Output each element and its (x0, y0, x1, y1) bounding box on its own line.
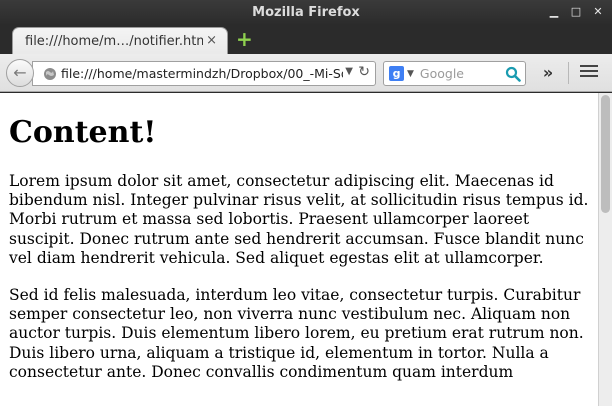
paragraph-2: Sed id felis malesuada, interdum leo vit… (9, 286, 584, 381)
globe-icon (44, 67, 56, 80)
window-title: Mozilla Firefox (252, 4, 360, 20)
hamburger-menu-icon[interactable] (580, 65, 598, 79)
window-titlebar: Mozilla Firefox ▁ □ ✕ (0, 0, 612, 24)
overflow-menu-button[interactable]: » (539, 63, 557, 83)
reload-icon[interactable]: ↻ (358, 64, 370, 80)
window-controls: ▁ □ ✕ (546, 4, 606, 20)
vertical-scrollbar[interactable] (598, 93, 612, 406)
url-bar[interactable]: file:///home/mastermindzh/Dropbox/00_-Mi… (32, 61, 376, 86)
new-tab-icon[interactable]: + (236, 29, 253, 49)
tab-label: file:///home/m…/notifier.html (25, 34, 203, 49)
page-heading: Content! (9, 115, 157, 150)
tab-close-icon[interactable]: × (206, 33, 217, 48)
back-button[interactable]: ← (6, 59, 34, 87)
tab-strip: file:///home/m…/notifier.html × + (0, 24, 612, 55)
page-content: Content! Lorem ipsum dolor sit amet, con… (0, 93, 598, 406)
url-text: file:///home/mastermindzh/Dropbox/00_-Mi… (61, 66, 343, 81)
search-engine-dropdown-icon[interactable]: ▼ (407, 69, 414, 79)
minimize-icon[interactable]: ▁ (546, 4, 562, 20)
close-icon[interactable]: ✕ (590, 4, 606, 20)
search-input[interactable] (419, 66, 500, 81)
tab-notifier[interactable]: file:///home/m…/notifier.html × (12, 27, 228, 55)
url-dropdown-icon[interactable]: ▼ (345, 66, 353, 77)
paragraph-1: Lorem ipsum dolor sit amet, consectetur … (9, 172, 589, 267)
toolbar-separator (568, 62, 569, 84)
maximize-icon[interactable]: □ (568, 4, 584, 20)
nav-bar: file:///home/mastermindzh/Dropbox/00_-Mi… (0, 54, 612, 92)
search-bar: g ▼ (383, 61, 526, 86)
google-icon[interactable]: g (389, 66, 404, 81)
scrollbar-thumb[interactable] (601, 95, 610, 213)
search-icon[interactable] (505, 66, 521, 82)
